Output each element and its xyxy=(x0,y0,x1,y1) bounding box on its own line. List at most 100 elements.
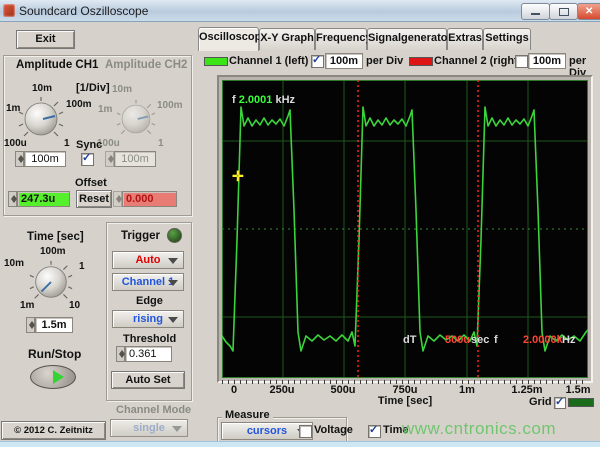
freq-unit: kHz xyxy=(275,94,296,106)
tab-signalgenerator[interactable]: Signalgenerator xyxy=(367,28,452,50)
grid-label: Grid xyxy=(529,396,552,408)
amp-ch2-scale-100m: 100m xyxy=(157,100,183,111)
amp-ch2-spinner-arrows xyxy=(105,151,114,167)
trigger-edge-dropdown[interactable]: rising xyxy=(112,310,184,328)
run-stop-button[interactable] xyxy=(30,365,76,389)
amp-ch2-scale-10m: 10m xyxy=(112,84,133,95)
channel2-checkbox[interactable] xyxy=(515,55,528,68)
x-tick-1.25m: 1.25m xyxy=(511,384,543,396)
close-button[interactable]: ✕ xyxy=(577,3,600,20)
maximize-button[interactable] xyxy=(549,3,578,20)
tab-xy-graph[interactable]: X-Y Graph xyxy=(259,28,315,50)
offset-ch1-spinner-arrows[interactable] xyxy=(8,191,17,207)
time-value-field[interactable]: 1.5m xyxy=(35,317,73,333)
time-knob[interactable] xyxy=(29,260,73,304)
x-tick-0: 0 xyxy=(230,384,238,396)
minimize-icon xyxy=(531,13,540,15)
channel2-color-swatch xyxy=(409,57,433,66)
amp-ch1-scale-1: 1 xyxy=(64,138,70,149)
app-icon xyxy=(3,4,15,17)
tab-extras[interactable]: Extras xyxy=(447,28,483,50)
frequency-readout: f 2.0001 kHz xyxy=(232,94,295,106)
offset-ch1-value[interactable]: 247.3u xyxy=(17,191,70,207)
threshold-value-field[interactable]: 0.361 xyxy=(125,346,172,362)
maximize-icon xyxy=(559,8,569,16)
amp-ch2-scale-1m: 1m xyxy=(98,104,113,115)
tab-oscilloscope[interactable]: Oscilloscope xyxy=(198,27,267,51)
f-value: 2.0000k xyxy=(523,334,563,346)
offset-title: Offset xyxy=(75,177,107,189)
voltage-label: Voltage xyxy=(314,424,353,436)
amp-ch1-value-field[interactable]: 100m xyxy=(24,151,66,167)
amp-ch1-spinner-arrows[interactable] xyxy=(15,151,24,167)
trigger-mode-value: Auto xyxy=(135,254,161,266)
tab-settings[interactable]: Settings xyxy=(483,28,531,50)
offset-ch2-spinner-arrows xyxy=(113,191,122,207)
freq-prefix: f xyxy=(232,94,236,106)
amp-ch2-scale-1: 1 xyxy=(158,138,164,149)
time-spinner-arrows[interactable] xyxy=(26,317,35,333)
amp-ch1-scale-10m: 10m xyxy=(32,83,53,94)
close-icon: ✕ xyxy=(585,6,594,17)
mouse-crosshair-icon: ✛ xyxy=(232,168,244,184)
app-window: Soundcard Oszilloscope ✕ Exit Oscillosco… xyxy=(0,0,600,450)
sync-checkbox[interactable] xyxy=(81,153,94,166)
channel2-label: Channel 2 (right) xyxy=(434,55,522,67)
amplitude-ch2-knob xyxy=(116,99,156,135)
x-axis-label: Time [sec] xyxy=(377,395,433,407)
channel1-label: Channel 1 (left) xyxy=(229,55,309,67)
time-checkbox[interactable] xyxy=(368,425,381,438)
time-scale-10m: 10m xyxy=(4,258,25,269)
x-tick-250u: 250u xyxy=(269,384,295,396)
channel1-color-swatch xyxy=(204,57,228,66)
chevron-down-icon xyxy=(168,317,178,323)
channel-mode-dropdown: single xyxy=(110,419,188,437)
amplitude-ch1-knob[interactable] xyxy=(18,96,64,142)
edge-title: Edge xyxy=(136,295,163,307)
time-scale-100m: 100m xyxy=(40,246,66,257)
sync-label: Sync xyxy=(76,139,103,151)
scope-plot[interactable]: f 2.0001 kHz dT 500u sec f 2.0000k Hz xyxy=(222,80,588,378)
chevron-down-icon xyxy=(168,280,178,286)
run-stop-label: Run/Stop xyxy=(28,347,82,361)
f-unit: Hz xyxy=(562,334,576,346)
f-label: f xyxy=(494,334,498,346)
grid-checkbox[interactable] xyxy=(554,397,566,409)
channel1-per-div-label: per Div xyxy=(366,55,404,67)
amplitude-unit-label: [1/Div] xyxy=(76,82,110,94)
channel-mode-value: single xyxy=(133,422,165,434)
minimize-button[interactable] xyxy=(521,3,550,20)
amp-ch1-scale-100m: 100m xyxy=(66,99,92,110)
chevron-down-icon xyxy=(168,258,178,264)
exit-button[interactable]: Exit xyxy=(16,30,75,49)
trigger-edge-value: rising xyxy=(133,313,163,325)
copyright-button: © 2012 C. Zeitnitz V1.41 xyxy=(1,421,106,450)
tab-frequency[interactable]: Frequency xyxy=(315,28,372,50)
channel1-div-field[interactable]: 100m xyxy=(325,53,363,69)
amplitude-ch1-title: Amplitude CH1 xyxy=(16,59,99,71)
trigger-mode-dropdown[interactable]: Auto xyxy=(112,251,184,269)
offset-reset-button[interactable]: Reset xyxy=(76,190,112,208)
grid-color-swatch xyxy=(568,398,594,407)
window-title: Soundcard Oszilloscope xyxy=(19,4,149,18)
dt-unit: sec xyxy=(471,334,490,346)
trigger-title: Trigger xyxy=(121,230,160,242)
trigger-source-dropdown[interactable]: Channel 1 xyxy=(112,273,184,291)
channel1-checkbox[interactable] xyxy=(311,55,324,68)
watermark: www.cntronics.com xyxy=(402,419,556,438)
threshold-title: Threshold xyxy=(123,333,177,345)
trigger-source-value: Channel 1 xyxy=(121,276,175,288)
x-tick-1.5m: 1.5m xyxy=(565,384,591,396)
measure-value: cursors xyxy=(246,425,288,437)
amp-ch1-scale-1m: 1m xyxy=(6,103,21,114)
auto-set-button[interactable]: Auto Set xyxy=(111,371,185,389)
channel-mode-title: Channel Mode xyxy=(116,404,192,416)
channel2-div-field[interactable]: 100m xyxy=(528,53,566,69)
title-bar: Soundcard Oszilloscope ✕ xyxy=(0,0,600,22)
freq-value: 2.0001 xyxy=(238,94,273,106)
dt-label: dT xyxy=(403,334,417,346)
amp-ch1-scale-100u: 100u xyxy=(4,138,27,149)
amp-ch2-value-field: 100m xyxy=(114,151,156,167)
voltage-checkbox[interactable] xyxy=(299,425,312,438)
threshold-spinner-arrows[interactable] xyxy=(116,346,125,362)
